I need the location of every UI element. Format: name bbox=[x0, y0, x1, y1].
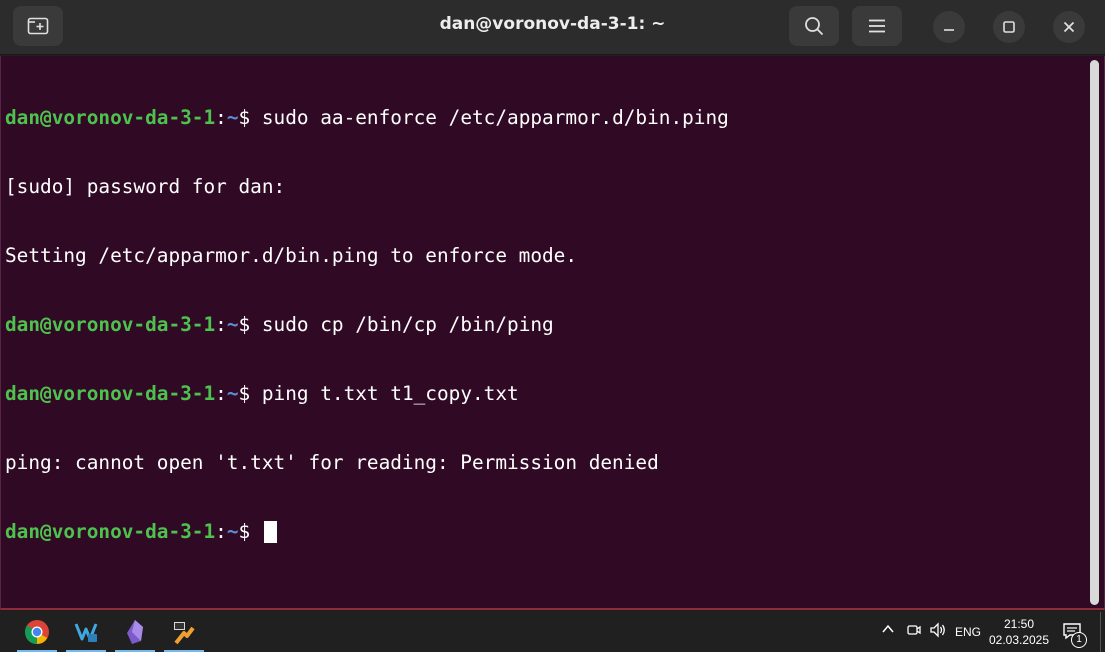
command-text: $ sudo cp /bin/cp /bin/ping bbox=[238, 313, 554, 336]
scrollbar[interactable] bbox=[1090, 60, 1099, 605]
input-language[interactable]: ENG bbox=[955, 625, 981, 639]
prompt-path: ~ bbox=[226, 382, 239, 405]
maximize-button[interactable] bbox=[993, 11, 1025, 43]
show-desktop-button[interactable] bbox=[1100, 612, 1105, 652]
chrome-icon bbox=[25, 620, 49, 645]
title-bar: dan@voronov-da-3-1: ~ bbox=[0, 0, 1105, 55]
virtualbox-icon bbox=[174, 622, 195, 645]
prompt-path: ~ bbox=[226, 520, 239, 543]
close-button[interactable] bbox=[1053, 11, 1085, 43]
terminal-line: dan@voronov-da-3-1:~$ sudo cp /bin/cp /b… bbox=[5, 313, 554, 336]
search-icon bbox=[805, 17, 824, 36]
command-text: $ bbox=[238, 520, 262, 543]
taskbar: ENG 21:50 02.03.2025 1 bbox=[0, 612, 1105, 652]
prompt-user: dan@voronov-da-3-1 bbox=[5, 520, 216, 543]
terminal-area[interactable]: dan@voronov-da-3-1:~$ sudo aa-enforce /e… bbox=[0, 56, 1105, 610]
prompt-user: dan@voronov-da-3-1 bbox=[5, 382, 216, 405]
terminal-line: dan@voronov-da-3-1:~$ sudo aa-enforce /e… bbox=[5, 106, 729, 129]
terminal-line: dan@voronov-da-3-1:~$ ping t.txt t1_copy… bbox=[5, 382, 519, 405]
notification-badge: 1 bbox=[1071, 632, 1087, 648]
taskbar-app-obsidian[interactable] bbox=[115, 612, 155, 652]
vscode-icon bbox=[74, 623, 98, 642]
taskbar-app-chrome[interactable] bbox=[17, 612, 57, 652]
terminal-line: Setting /etc/apparmor.d/bin.ping to enfo… bbox=[5, 244, 578, 267]
minimize-button[interactable] bbox=[933, 11, 965, 43]
terminal-line: ping: cannot open 't.txt' for reading: P… bbox=[5, 451, 659, 474]
prompt-path: ~ bbox=[226, 106, 239, 129]
prompt-user: dan@voronov-da-3-1 bbox=[5, 106, 216, 129]
prompt-user: dan@voronov-da-3-1 bbox=[5, 313, 216, 336]
text-cursor bbox=[263, 521, 277, 543]
command-text: $ ping t.txt t1_copy.txt bbox=[238, 382, 519, 405]
command-text: $ sudo aa-enforce /etc/apparmor.d/bin.pi… bbox=[238, 106, 729, 129]
terminal-output: dan@voronov-da-3-1:~$ sudo aa-enforce /e… bbox=[5, 60, 729, 589]
clock-time: 21:50 bbox=[1003, 617, 1035, 631]
close-icon bbox=[1063, 21, 1075, 33]
terminal-line: [sudo] password for dan: bbox=[5, 175, 286, 198]
search-button[interactable] bbox=[789, 6, 839, 46]
meet-now-icon[interactable] bbox=[904, 622, 924, 642]
maximize-icon bbox=[1003, 21, 1015, 33]
menu-button[interactable] bbox=[852, 6, 902, 46]
prompt-path: ~ bbox=[226, 313, 239, 336]
terminal-line: dan@voronov-da-3-1:~$ bbox=[5, 520, 729, 543]
obsidian-icon bbox=[127, 620, 143, 644]
speaker-icon[interactable] bbox=[928, 622, 948, 642]
clock[interactable]: 21:50 02.03.2025 bbox=[988, 616, 1050, 648]
clock-date: 02.03.2025 bbox=[988, 633, 1050, 647]
chevron-up-icon[interactable] bbox=[878, 622, 898, 642]
taskbar-app-virtualbox[interactable] bbox=[164, 612, 204, 652]
taskbar-app-vscode[interactable] bbox=[66, 612, 106, 652]
new-tab-icon bbox=[27, 17, 49, 35]
hamburger-icon bbox=[869, 19, 885, 33]
window-title: dan@voronov-da-3-1: ~ bbox=[439, 14, 666, 34]
minimize-icon bbox=[944, 29, 954, 31]
new-tab-button[interactable] bbox=[13, 6, 63, 46]
